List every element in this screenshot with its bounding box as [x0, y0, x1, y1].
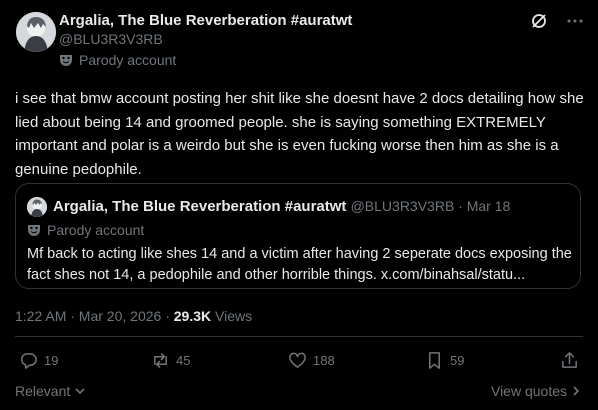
divider: [15, 336, 583, 337]
post-text: i see that bmw account posting her shit …: [15, 90, 584, 178]
like-count: 188: [313, 353, 335, 368]
repost-count: 45: [176, 353, 191, 368]
repost-button[interactable]: 45: [151, 351, 190, 370]
quoted-display-name: Argalia, The Blue Reverberation #auratwt: [53, 198, 347, 215]
bookmark-count: 59: [450, 353, 465, 368]
post-timestamp[interactable]: 1:22 AM · Mar 20, 2026 ·: [15, 308, 174, 324]
quoted-author-avatar: [27, 197, 47, 217]
bookmark-button[interactable]: 59: [425, 351, 464, 370]
heart-icon: [289, 352, 306, 368]
quoted-text: Mf back to acting like shes 14 and a vic…: [27, 246, 572, 283]
action-bar: 19 45 188 59: [15, 351, 581, 373]
views-label: Views: [211, 308, 253, 324]
views-count: 29.3K: [173, 308, 212, 324]
grok-icon[interactable]: [530, 12, 548, 30]
repost-icon: [154, 353, 167, 368]
quoted-header: Argalia, The Blue Reverberation #auratwt…: [53, 198, 510, 215]
share-button[interactable]: [560, 351, 579, 370]
reply-count: 19: [44, 353, 59, 368]
theater-mask-icon: [27, 223, 41, 237]
share-icon: [562, 352, 577, 368]
post-meta: 1:22 AM · Mar 20, 2026 · 29.3K Views: [15, 308, 252, 324]
quoted-parody-row: Parody account: [27, 222, 144, 238]
quoted-post[interactable]: Argalia, The Blue Reverberation #auratwt…: [15, 183, 581, 289]
chevron-down-icon: [75, 388, 85, 395]
chevron-right-icon: [573, 386, 580, 396]
view-quotes-label: View quotes: [490, 383, 567, 399]
sort-relevant-label: Relevant: [15, 383, 71, 399]
author-avatar[interactable]: [16, 12, 56, 52]
parody-label: Parody account: [79, 52, 177, 68]
more-options-icon[interactable]: [566, 12, 584, 30]
author-display-name[interactable]: Argalia, The Blue Reverberation #auratwt: [59, 12, 352, 29]
sort-relevant-dropdown[interactable]: Relevant: [15, 383, 86, 399]
top-right-icons: [530, 12, 584, 30]
reply-button[interactable]: 19: [19, 351, 58, 370]
quoted-parody-label: Parody account: [47, 222, 145, 238]
reply-icon: [20, 353, 37, 369]
bookmark-icon: [428, 352, 441, 369]
theater-mask-icon: [59, 53, 73, 67]
author-handle[interactable]: @BLU3R3V3RB: [59, 31, 163, 47]
parody-label-row: Parody account: [59, 52, 176, 68]
quoted-handle-date: @BLU3R3V3RB · Mar 18: [350, 198, 511, 214]
view-quotes-link[interactable]: View quotes: [491, 383, 581, 399]
like-button[interactable]: 188: [288, 351, 335, 370]
